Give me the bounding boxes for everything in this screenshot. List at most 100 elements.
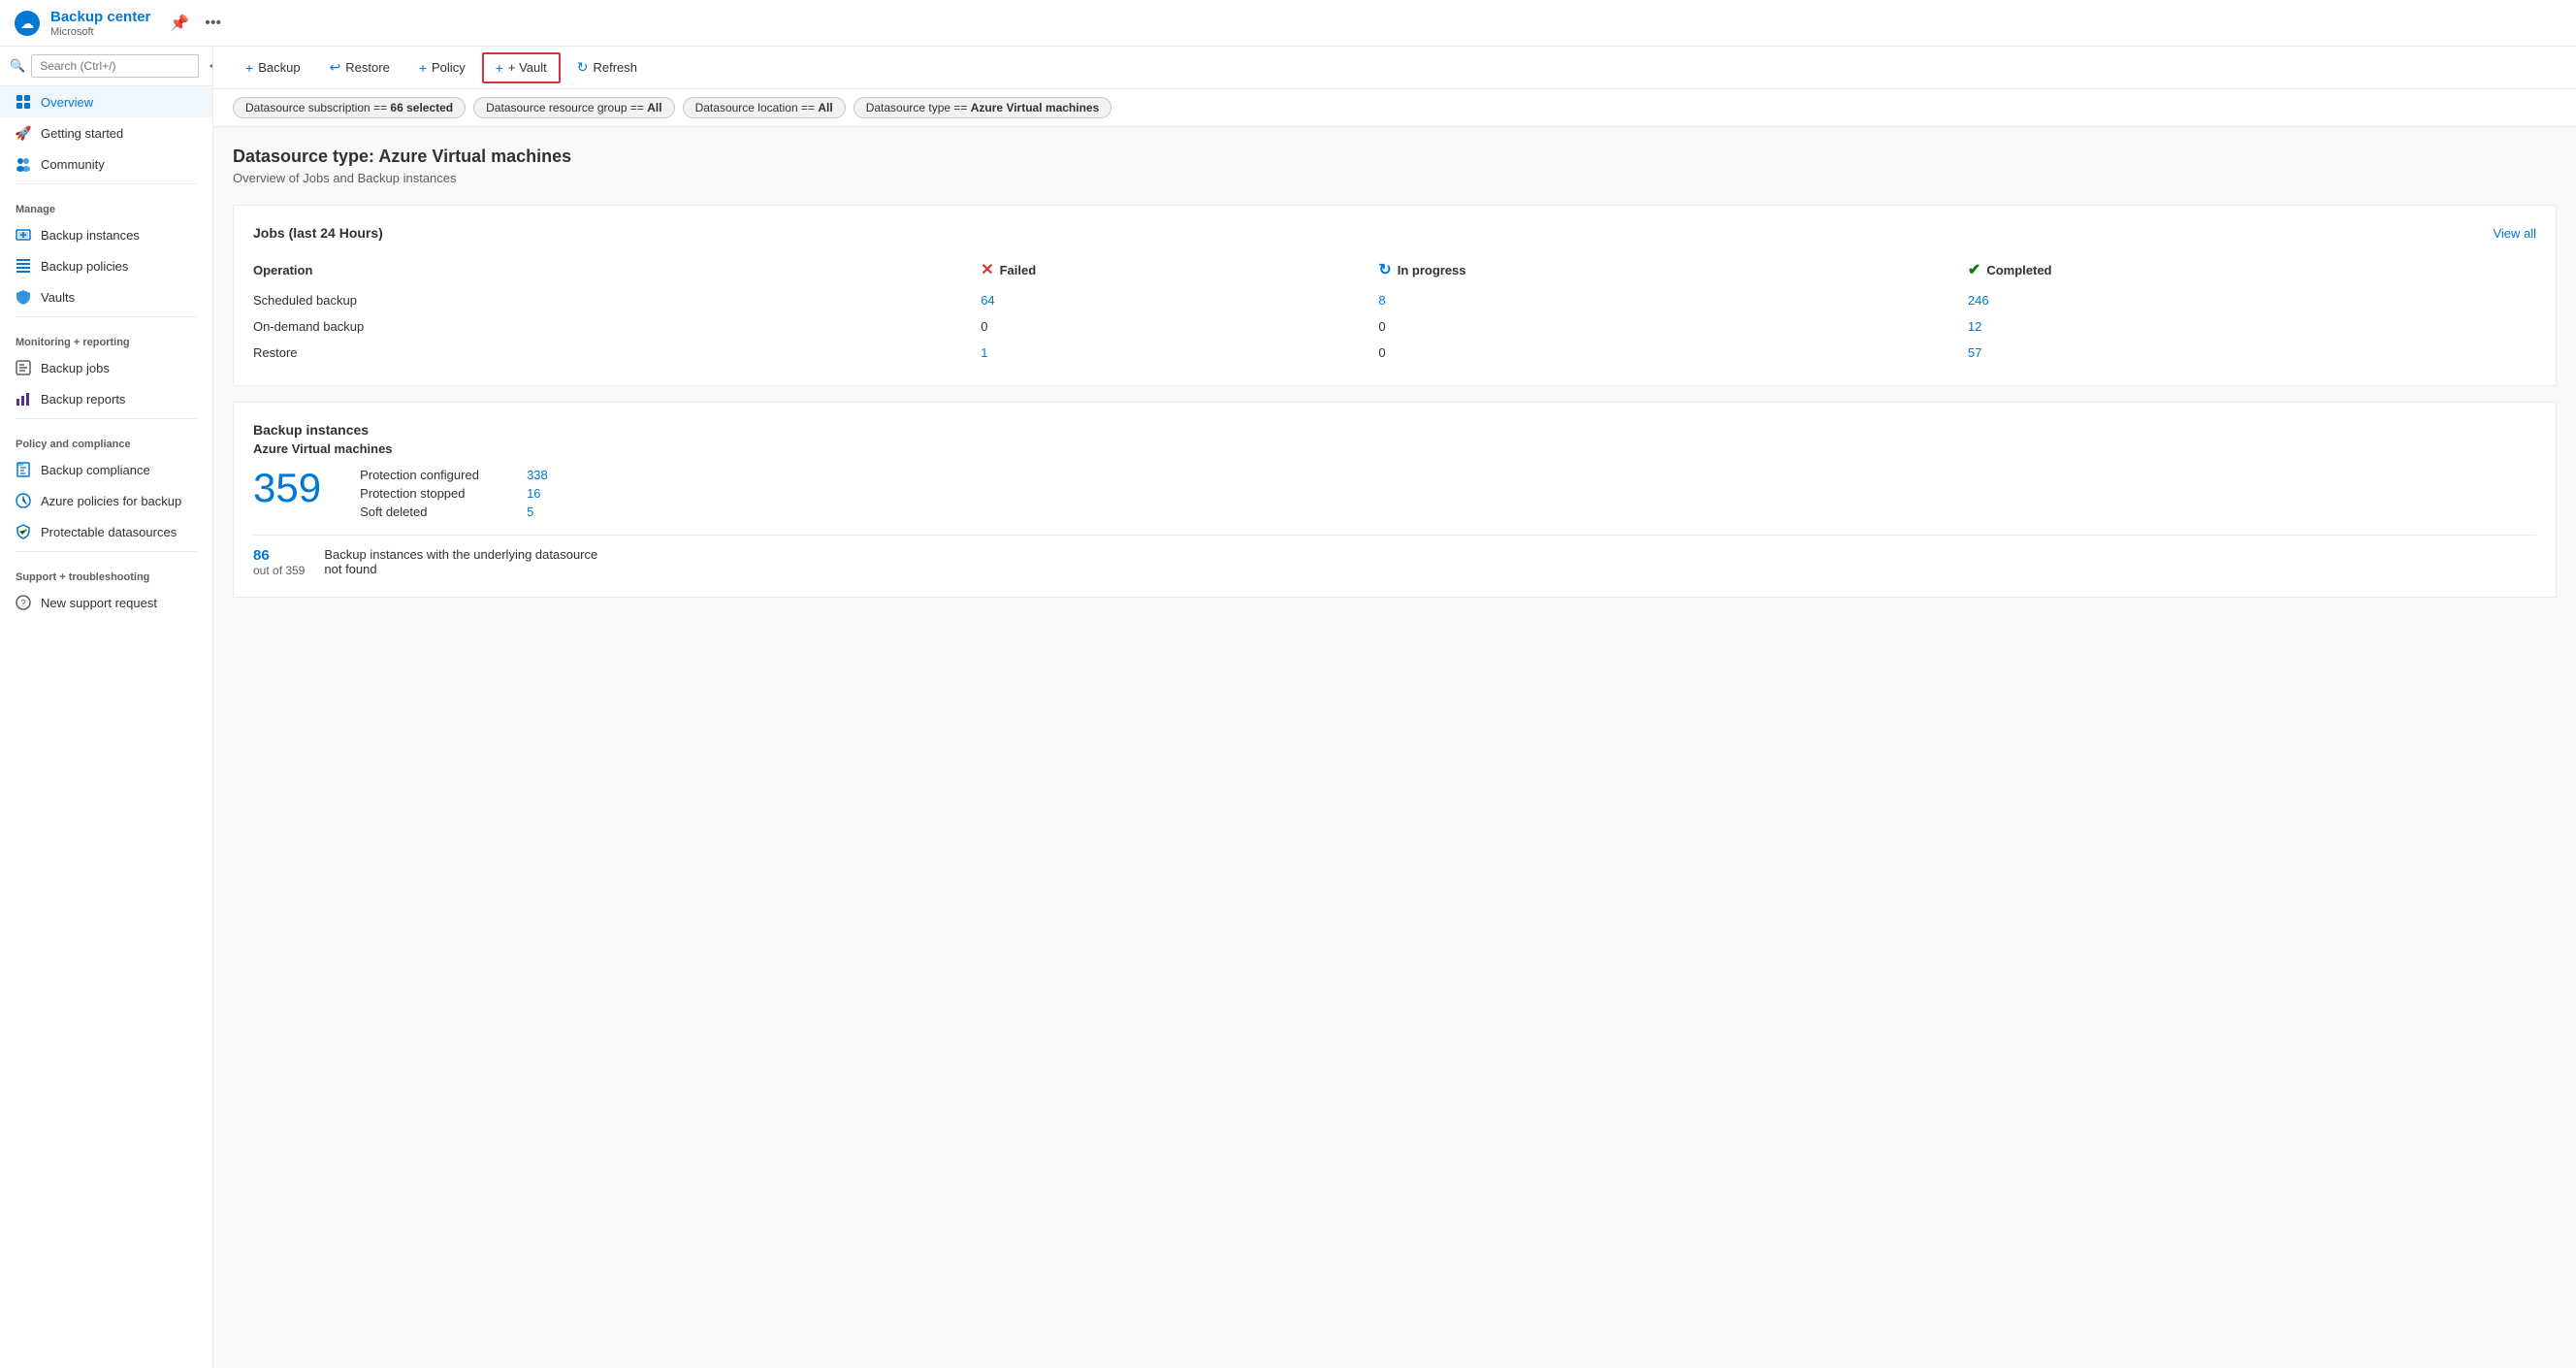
vaults-icon bbox=[16, 289, 31, 305]
backup-instances-card-title: Backup instances bbox=[253, 422, 2536, 438]
filter-datasource-type[interactable]: Datasource type == Azure Virtual machine… bbox=[853, 97, 1112, 118]
page-title: Datasource type: Azure Virtual machines bbox=[233, 147, 2557, 167]
datasource-not-found-number[interactable]: 86 bbox=[253, 547, 305, 564]
policy-button[interactable]: + Policy bbox=[406, 53, 478, 82]
sidebar-navigation: Overview 🚀 Getting started Community Man… bbox=[0, 86, 212, 1368]
overview-icon bbox=[16, 94, 31, 110]
monitoring-section-label: Monitoring + reporting bbox=[0, 321, 212, 352]
app-subtitle: Microsoft bbox=[50, 26, 150, 38]
datasource-not-found-number-block: 86 out of 359 bbox=[253, 547, 305, 577]
filter-resource-group-label: Datasource resource group == All bbox=[486, 101, 661, 114]
policy-divider bbox=[16, 418, 197, 419]
stat-value-soft-deleted[interactable]: 5 bbox=[527, 505, 533, 519]
restore-completed-value[interactable]: 57 bbox=[1968, 345, 1981, 360]
backup-jobs-icon bbox=[16, 360, 31, 375]
jobs-card-header: Jobs (last 24 Hours) View all bbox=[253, 225, 2536, 241]
sidebar-item-backup-policies[interactable]: Backup policies bbox=[0, 250, 212, 281]
sidebar-item-protectable-datasources[interactable]: Protectable datasources bbox=[0, 516, 212, 547]
backup-instances-card: Backup instances Azure Virtual machines … bbox=[233, 402, 2557, 598]
filter-location[interactable]: Datasource location == All bbox=[683, 97, 846, 118]
stat-row-protection-stopped: Protection stopped 16 bbox=[360, 486, 548, 501]
toolbar: + Backup ↩ Restore + Policy + + Vault ↻ … bbox=[213, 47, 2576, 89]
sidebar-item-backup-reports[interactable]: Backup reports bbox=[0, 383, 212, 414]
completed-status-icon: ✔ bbox=[1968, 260, 1980, 279]
policy-button-label: Policy bbox=[432, 60, 466, 75]
app-title: Backup center bbox=[50, 9, 150, 26]
sidebar-item-backup-jobs[interactable]: Backup jobs bbox=[0, 352, 212, 383]
main-layout: 🔍 ≪ Overview 🚀 Getting started bbox=[0, 47, 2576, 1368]
vault-button-label: + Vault bbox=[508, 60, 547, 75]
col-failed: ✕ Failed bbox=[981, 256, 1378, 287]
filter-bar: Datasource subscription == 66 selected D… bbox=[213, 89, 2576, 127]
protectable-datasources-icon bbox=[16, 524, 31, 539]
backup-instances-stats: Protection configured 338 Protection sto… bbox=[360, 468, 548, 519]
sidebar-item-community-label: Community bbox=[41, 157, 105, 172]
backup-instances-total: 359 bbox=[253, 468, 321, 508]
stat-label-protection-configured: Protection configured bbox=[360, 468, 515, 482]
content-area: + Backup ↩ Restore + Policy + + Vault ↻ … bbox=[213, 47, 2576, 1368]
col-in-progress: ↻ In progress bbox=[1378, 256, 1968, 287]
filter-subscription-label: Datasource subscription == 66 selected bbox=[245, 101, 453, 114]
filter-subscription[interactable]: Datasource subscription == 66 selected bbox=[233, 97, 466, 118]
policy-plus-icon: + bbox=[419, 60, 427, 76]
table-row: On-demand backup 0 0 12 bbox=[253, 313, 2536, 340]
backup-policies-icon bbox=[16, 258, 31, 274]
sidebar-item-backup-compliance-label: Backup compliance bbox=[41, 463, 150, 477]
restore-button-label: Restore bbox=[345, 60, 390, 75]
support-divider bbox=[16, 551, 197, 552]
datasource-not-found-subtext: out of 359 bbox=[253, 564, 305, 577]
search-input[interactable] bbox=[31, 54, 199, 78]
filter-datasource-type-label: Datasource type == Azure Virtual machine… bbox=[866, 101, 1100, 114]
backup-instances-body: 359 Protection configured 338 Protection… bbox=[253, 468, 2536, 519]
stat-row-protection-configured: Protection configured 338 bbox=[360, 468, 548, 482]
scheduled-completed-value[interactable]: 246 bbox=[1968, 293, 1989, 308]
restore-failed-value[interactable]: 1 bbox=[981, 345, 987, 360]
stat-value-protection-configured[interactable]: 338 bbox=[527, 468, 548, 482]
content-scroll: Datasource type: Azure Virtual machines … bbox=[213, 127, 2576, 1368]
ondemand-inprogress-value: 0 bbox=[1378, 313, 1968, 340]
sidebar-item-overview[interactable]: Overview bbox=[0, 86, 212, 117]
search-box: 🔍 ≪ bbox=[0, 47, 212, 86]
sidebar: 🔍 ≪ Overview 🚀 Getting started bbox=[0, 47, 213, 1368]
more-options-icon[interactable]: ••• bbox=[201, 11, 225, 36]
sidebar-item-getting-started-label: Getting started bbox=[41, 126, 123, 141]
refresh-button[interactable]: ↻ Refresh bbox=[564, 52, 650, 82]
backup-instances-icon bbox=[16, 227, 31, 243]
vault-button[interactable]: + + Vault bbox=[482, 52, 561, 83]
ondemand-completed-value[interactable]: 12 bbox=[1968, 319, 1981, 334]
sidebar-item-vaults[interactable]: Vaults bbox=[0, 281, 212, 312]
scheduled-failed-value[interactable]: 64 bbox=[981, 293, 994, 308]
new-support-icon: ? bbox=[16, 595, 31, 610]
sidebar-item-backup-reports-label: Backup reports bbox=[41, 392, 125, 407]
getting-started-icon: 🚀 bbox=[16, 125, 31, 141]
sidebar-item-backup-compliance[interactable]: Backup compliance bbox=[0, 454, 212, 485]
datasource-not-found-description: Backup instances with the underlying dat… bbox=[324, 547, 615, 576]
manage-section-label: Manage bbox=[0, 188, 212, 219]
sidebar-item-community[interactable]: Community bbox=[0, 148, 212, 179]
backup-button[interactable]: + Backup bbox=[233, 53, 313, 82]
backup-reports-icon bbox=[16, 391, 31, 407]
stat-row-soft-deleted: Soft deleted 5 bbox=[360, 505, 548, 519]
view-all-jobs-link[interactable]: View all bbox=[2493, 226, 2536, 241]
page-subtitle: Overview of Jobs and Backup instances bbox=[233, 171, 2557, 185]
sidebar-item-overview-label: Overview bbox=[41, 95, 93, 110]
table-row: Restore 1 0 57 bbox=[253, 340, 2536, 366]
backup-plus-icon: + bbox=[245, 60, 253, 76]
sidebar-item-getting-started[interactable]: 🚀 Getting started bbox=[0, 117, 212, 148]
sidebar-item-backup-jobs-label: Backup jobs bbox=[41, 361, 110, 375]
sidebar-item-azure-policies-label: Azure policies for backup bbox=[41, 494, 181, 508]
sidebar-item-backup-instances[interactable]: Backup instances bbox=[0, 219, 212, 250]
top-bar: ☁ Backup center Microsoft 📌 ••• bbox=[0, 0, 2576, 47]
azure-policies-icon bbox=[16, 493, 31, 508]
in-progress-status-icon: ↻ bbox=[1378, 260, 1391, 279]
stat-value-protection-stopped[interactable]: 16 bbox=[527, 486, 540, 501]
collapse-sidebar-button[interactable]: ≪ bbox=[205, 54, 213, 78]
restore-button[interactable]: ↩ Restore bbox=[317, 52, 402, 82]
pin-icon[interactable]: 📌 bbox=[166, 10, 193, 37]
sidebar-item-azure-policies[interactable]: Azure policies for backup bbox=[0, 485, 212, 516]
filter-resource-group[interactable]: Datasource resource group == All bbox=[473, 97, 674, 118]
scheduled-inprogress-value[interactable]: 8 bbox=[1378, 293, 1385, 308]
sidebar-item-new-support-request[interactable]: ? New support request bbox=[0, 587, 212, 618]
col-completed: ✔ Completed bbox=[1968, 256, 2536, 287]
filter-location-label: Datasource location == All bbox=[695, 101, 833, 114]
